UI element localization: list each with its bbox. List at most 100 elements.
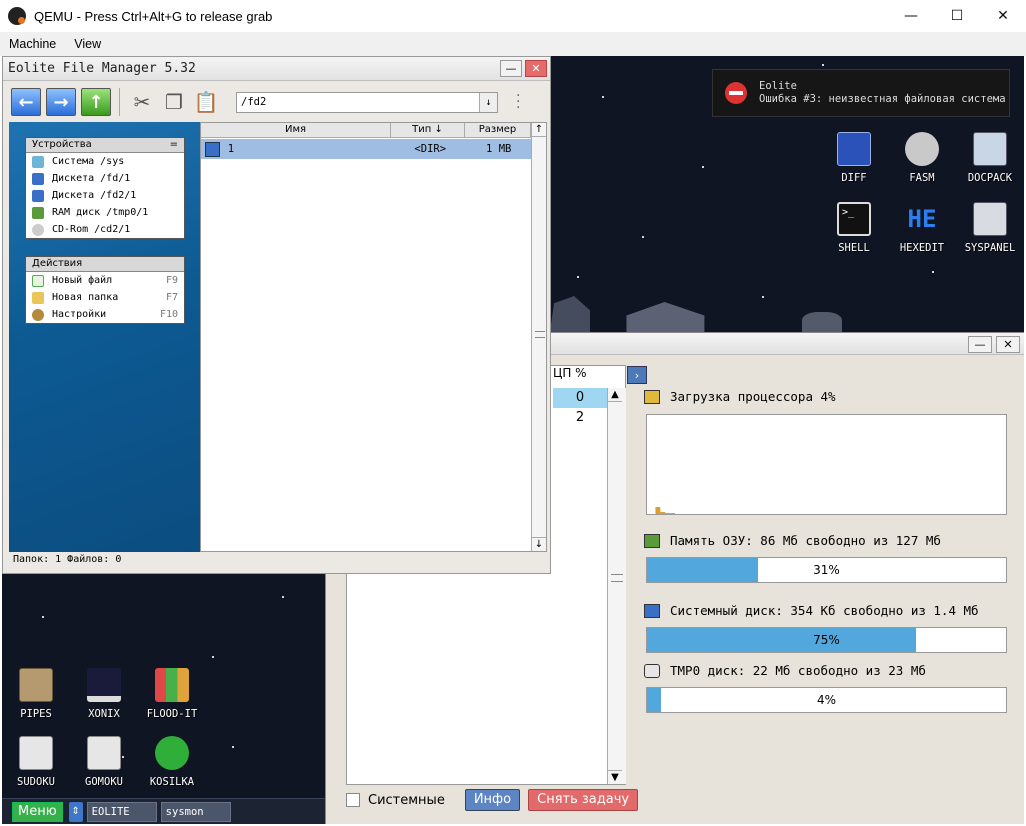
path-text: /fd2	[241, 96, 267, 108]
cpu-history-bar	[660, 512, 666, 514]
device-item-system[interactable]: Система /sys	[26, 153, 184, 170]
file-type: <DIR>	[414, 143, 447, 155]
maximize-button[interactable]: ☐	[934, 0, 980, 32]
copy-icon[interactable]: ❐	[160, 88, 188, 116]
action-new-folder[interactable]: Новая папка F7	[26, 289, 184, 306]
sysmon-close-button[interactable]: ✕	[996, 336, 1020, 353]
device-label: Дискета /fd2/1	[52, 190, 137, 201]
path-dropdown-icon[interactable]: ↓	[479, 92, 497, 112]
process-cpu-value[interactable]: 2	[553, 408, 607, 428]
taskbar-item-eolite[interactable]: EOLITE	[86, 801, 157, 822]
kill-task-button[interactable]: Снять задачу	[528, 789, 639, 811]
minimize-button[interactable]: —	[888, 0, 934, 32]
ram-progress-text: 31%	[813, 563, 840, 577]
desktop-icon-kosilka[interactable]: KOSILKA	[138, 736, 206, 788]
tree-graphic	[802, 312, 842, 332]
scroll-down-icon[interactable]: ↓	[532, 537, 546, 551]
settings-icon	[32, 308, 44, 321]
back-button[interactable]: ←	[11, 88, 41, 116]
scroll-down-icon[interactable]: ▼	[608, 770, 622, 784]
forward-button[interactable]: →	[46, 88, 76, 116]
floppy-folder-icon	[205, 141, 220, 157]
desktop-icon-sudoku[interactable]: SUDOKU	[2, 736, 70, 788]
desktop-icon-pipes[interactable]: PIPES	[2, 668, 70, 720]
floppy-icon	[32, 172, 44, 185]
column-type[interactable]: Тип ↓	[391, 123, 465, 137]
tmp-disk-progress-text: 4%	[816, 693, 837, 707]
status-bar: Папок: 1 Файлов: 0	[13, 554, 122, 565]
desktop-icon-gomoku[interactable]: GOMOKU	[70, 736, 138, 788]
system-processes-checkbox[interactable]	[346, 793, 360, 807]
device-item-cdrom[interactable]: CD-Rom /cd2/1	[26, 221, 184, 238]
desktop-icon-label: GOMOKU	[85, 776, 123, 788]
devices-header[interactable]: Устройства =	[26, 138, 184, 153]
ram-icon	[644, 533, 660, 548]
column-arrow-button[interactable]: ›	[627, 366, 647, 384]
desktop-icon-xonix[interactable]: XONIX	[70, 668, 138, 720]
shortcut-key: F9	[165, 275, 178, 286]
device-item-floppy2[interactable]: Дискета /fd2/1	[26, 187, 184, 204]
error-notification[interactable]: Eolite Ошибка #3: неизвестная файловая с…	[712, 69, 1010, 117]
desktop-icon-syspanel[interactable]: SYSPANEL	[956, 202, 1024, 254]
shortcut-key: F7	[165, 292, 178, 303]
action-new-file[interactable]: Новый файл F9	[26, 272, 184, 289]
process-list-scrollbar[interactable]: ▲ ▼	[607, 388, 626, 784]
scroll-thumb[interactable]	[535, 331, 545, 338]
more-options-icon[interactable]: · · ·	[516, 89, 520, 115]
desktop-icon-flood-it[interactable]: FLOOD-IT	[138, 668, 206, 720]
error-icon	[725, 82, 747, 104]
process-cpu-value[interactable]: 0	[553, 388, 607, 408]
start-menu-button[interactable]: Меню	[12, 801, 63, 822]
cpu-column-header[interactable]: ЦП %	[553, 366, 587, 380]
system-processes-label[interactable]: Системные	[368, 793, 445, 808]
floppy-icon	[32, 189, 44, 202]
menu-machine[interactable]: Machine	[0, 37, 65, 51]
fm-close-button[interactable]: ✕	[525, 60, 547, 77]
file-manager-titlebar[interactable]: Eolite File Manager 5.32 — ✕	[3, 57, 550, 81]
sysmon-minimize-button[interactable]: —	[968, 336, 992, 353]
file-list[interactable]: Имя Тип ↓ Размер 1 <DIR> 1 MB ↑ ↓	[200, 122, 547, 552]
menu-view[interactable]: View	[65, 37, 110, 51]
paste-icon[interactable]: 📋	[192, 88, 220, 116]
ram-progress-bar: 31%	[646, 557, 1007, 583]
sysdisk-progress-bar: 75%	[646, 627, 1007, 653]
actions-header[interactable]: Действия	[26, 257, 184, 272]
desktop-icon-diff[interactable]: DIFF	[820, 132, 888, 184]
file-manager-title: Eolite File Manager 5.32	[8, 61, 196, 76]
star	[232, 746, 234, 748]
device-item-floppy1[interactable]: Дискета /fd/1	[26, 170, 184, 187]
devices-menu-icon[interactable]: =	[170, 138, 178, 152]
close-button[interactable]: ✕	[980, 0, 1026, 32]
scroll-up-icon[interactable]: ↑	[532, 123, 546, 137]
cut-icon[interactable]: ✂	[128, 88, 156, 116]
file-list-scrollbar[interactable]: ↑ ↓	[531, 123, 546, 551]
fm-minimize-button[interactable]: —	[500, 60, 522, 77]
column-name[interactable]: Имя	[201, 123, 391, 137]
actions-header-label: Действия	[32, 258, 83, 269]
qemu-logo-icon	[8, 7, 26, 25]
fasm-icon	[905, 132, 939, 166]
desktop-icon-hexedit[interactable]: HE HEXEDIT	[888, 202, 956, 254]
scroll-up-icon[interactable]: ▲	[608, 388, 622, 402]
desktop-icon-label: PIPES	[20, 708, 52, 720]
path-input[interactable]: /fd2 ↓	[236, 91, 498, 113]
window-switch-button[interactable]: ⇕	[68, 801, 83, 822]
qemu-menubar: Machine View	[0, 32, 1026, 56]
up-button[interactable]: ↑	[81, 88, 111, 116]
notification-message: Ошибка #3: неизвестная файловая система	[759, 93, 1006, 105]
desktop-icon-docpack[interactable]: DOCPACK	[956, 132, 1024, 184]
info-button[interactable]: Инфо	[464, 789, 521, 811]
shell-icon: >_	[837, 202, 871, 236]
file-row[interactable]: 1 <DIR> 1 MB	[201, 139, 531, 159]
hexedit-icon: HE	[907, 205, 937, 233]
action-label: Новый файл	[52, 275, 113, 286]
taskbar-item-sysmon[interactable]: sysmon	[160, 801, 231, 822]
desktop-icon-fasm[interactable]: FASM	[888, 132, 956, 184]
scroll-thumb[interactable]	[611, 574, 623, 582]
column-size[interactable]: Размер	[465, 123, 531, 137]
device-item-ramdisk[interactable]: RAM диск /tmp0/1	[26, 204, 184, 221]
desktop-icon-shell[interactable]: >_ SHELL	[820, 202, 888, 254]
action-settings[interactable]: Настройки F10	[26, 306, 184, 323]
star	[212, 656, 214, 658]
drive-icon	[644, 663, 660, 678]
